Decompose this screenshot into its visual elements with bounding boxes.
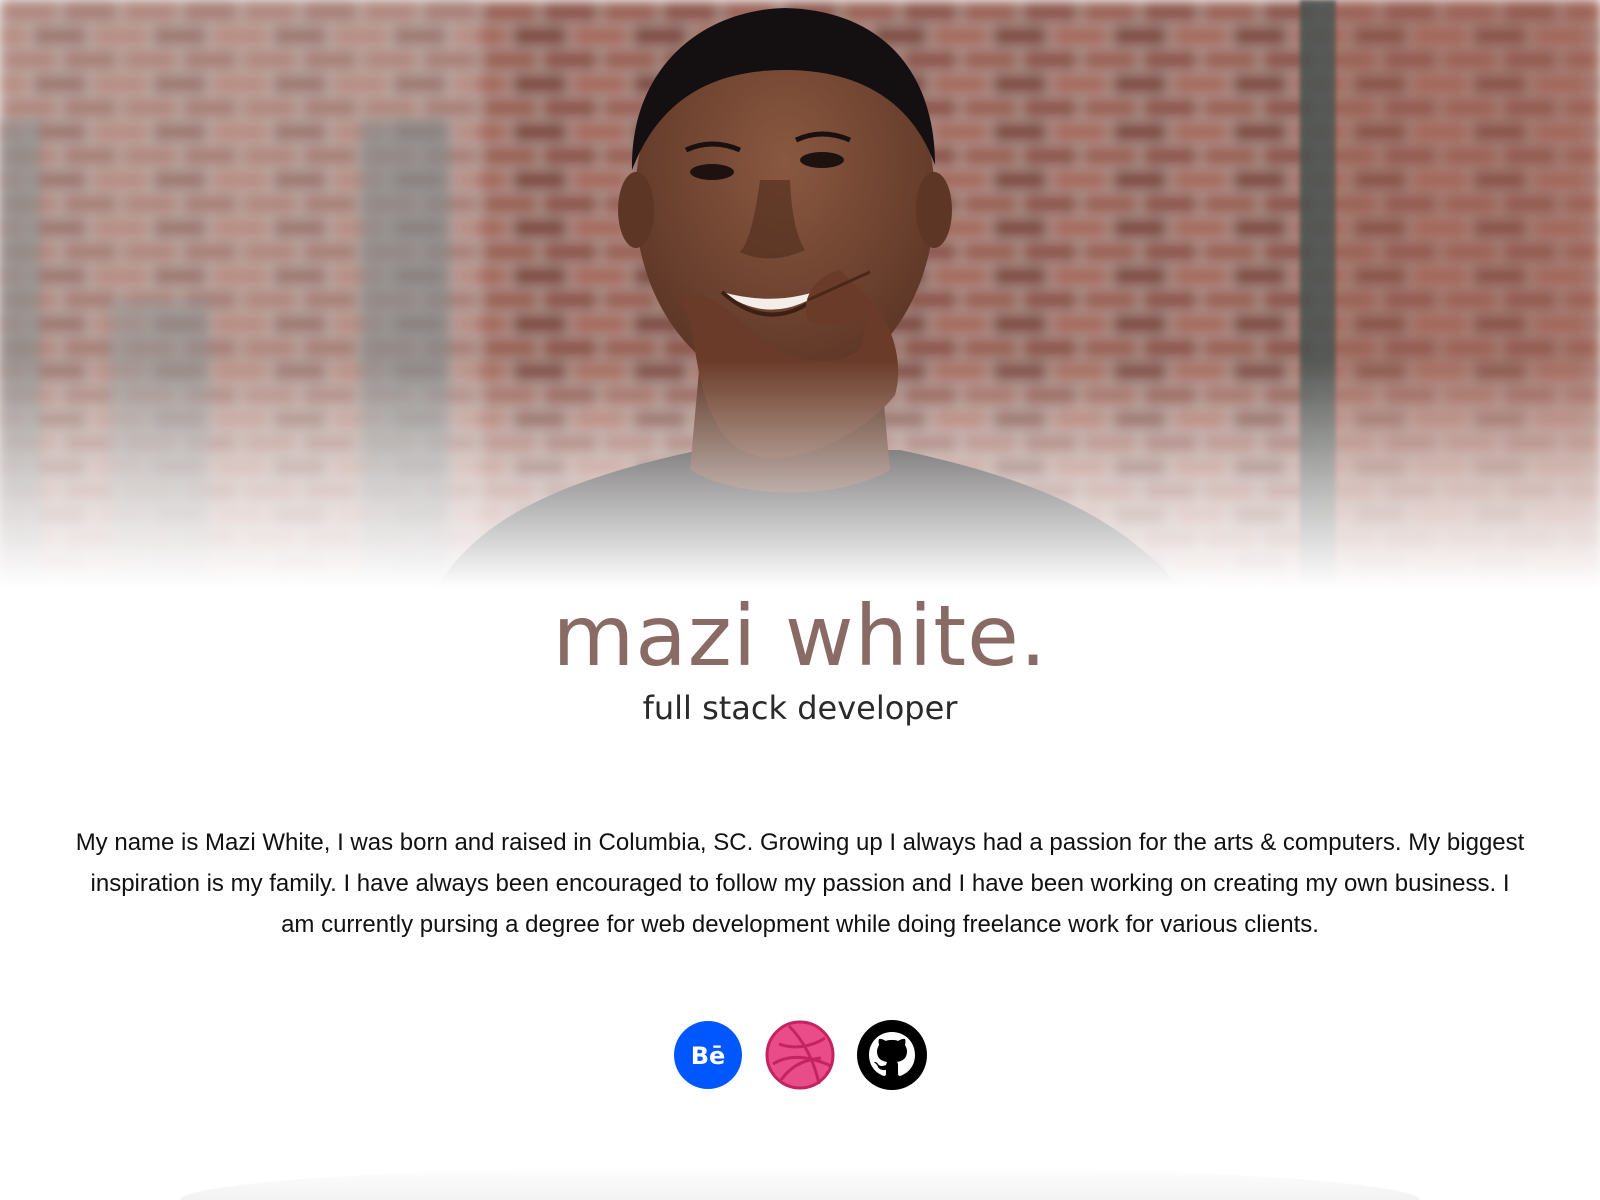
hero-fade-overlay [0,0,1600,600]
behance-icon: Bē [674,1021,742,1089]
social-links: Bē [0,1020,1600,1090]
profile-name: mazi white. [552,587,1048,685]
about-bio: My name is Mazi White, I was born and ra… [75,829,1525,938]
github-icon [857,1020,927,1090]
profile-title: full stack developer [642,689,958,727]
github-link[interactable] [857,1020,927,1090]
svg-text:Bē: Bē [691,1042,726,1070]
dribbble-link[interactable] [765,1020,835,1090]
dribbble-icon [765,1020,835,1090]
behance-link[interactable]: Bē [673,1020,743,1090]
section-divider-shadow [180,1165,1420,1200]
hero-section [0,0,1600,600]
